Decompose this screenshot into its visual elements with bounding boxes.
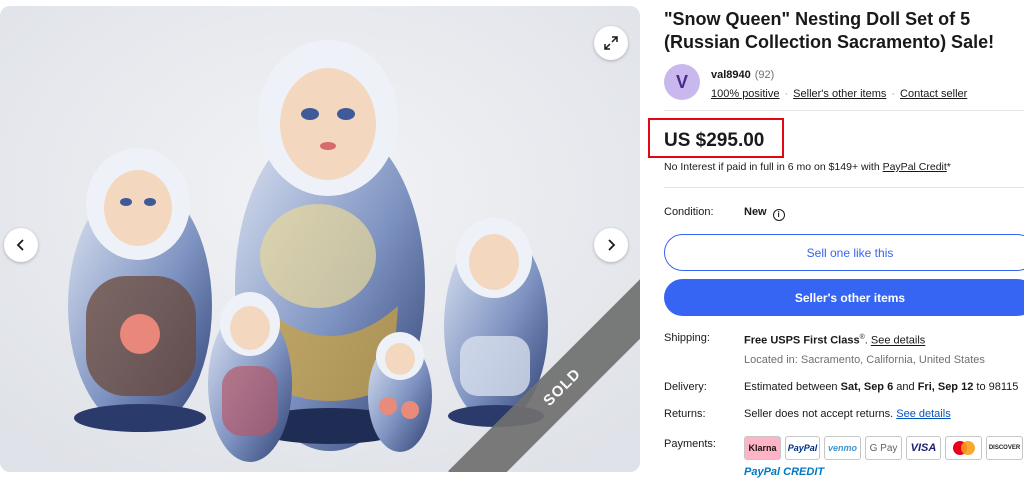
item-details-panel: "Snow Queen" Nesting Doll Set of 5 (Russ… — [648, 0, 1024, 482]
seller-name[interactable]: val8940 — [711, 69, 751, 81]
item-title: "Snow Queen" Nesting Doll Set of 5 (Russ… — [664, 9, 995, 52]
sellers-other-items-button[interactable]: Seller's other items — [664, 279, 1024, 316]
seller-name-line: val8940 (92) — [711, 69, 774, 81]
payment-methods: Klarna PayPal venmo G Pay VISA DISCOVER — [744, 436, 1023, 460]
listing-page: SOLD "Snow Queen" Nesting Doll Set of 5 … — [0, 0, 1024, 482]
seller-feedback-count: (92) — [754, 69, 775, 81]
mastercard-icon — [945, 436, 982, 460]
chevron-right-icon — [608, 239, 616, 251]
google-pay-icon: G Pay — [865, 436, 902, 460]
condition-value: New i — [744, 206, 785, 221]
financing-message: No Interest if paid in full in 6 mo on $… — [664, 161, 880, 173]
next-image-button[interactable] — [594, 228, 628, 262]
seller-feedback-link[interactable]: 100% positive — [711, 88, 780, 100]
doll-smallest — [368, 332, 432, 452]
klarna-icon: Klarna — [744, 436, 781, 460]
returns-value: Seller does not accept returns. See deta… — [744, 408, 951, 420]
delivery-zip: to 98115 — [976, 381, 1019, 393]
delivery-estimate: Estimated between Sat, Sep 6 and Fri, Se… — [744, 381, 1024, 396]
returns-text: Seller does not accept returns. — [744, 408, 894, 420]
delivery-label: Delivery: — [664, 381, 707, 393]
seller-info: V val8940 (92) 100% positive · Seller's oth… — [664, 64, 1024, 104]
link-separator: · — [891, 88, 896, 100]
contact-seller-link[interactable]: Contact seller — [900, 88, 967, 100]
visa-icon: VISA — [906, 436, 941, 460]
seller-avatar[interactable]: V — [664, 64, 700, 100]
divider — [664, 110, 1024, 111]
seller-other-items-link[interactable]: Seller's other items — [793, 88, 886, 100]
payments-label: Payments: — [664, 438, 716, 450]
link-separator: · — [784, 88, 789, 100]
paypal-credit-word: CREDIT — [783, 466, 825, 478]
paypal-credit-link[interactable]: PayPal Credit — [883, 161, 947, 173]
registered-mark: ® — [859, 334, 865, 341]
returns-label: Returns: — [664, 408, 706, 420]
expand-icon — [604, 36, 618, 50]
expand-image-button[interactable] — [594, 26, 628, 60]
financing-footnote: * — [946, 161, 951, 173]
seller-links: 100% positive · Seller's other items · Conta… — [711, 88, 967, 100]
shipping-free: Free — [744, 334, 768, 347]
item-location: Located in: Sacramento, California, Unit… — [744, 354, 985, 366]
venmo-icon: venmo — [824, 436, 861, 460]
mastercard-logo — [952, 441, 975, 455]
shipping-see-details-link[interactable]: See details — [871, 335, 925, 347]
returns-see-details-link[interactable]: See details — [896, 408, 950, 420]
delivery-and: and — [896, 381, 915, 393]
delivery-end-date: Fri, Sep 12 — [917, 381, 974, 393]
financing-text: No Interest if paid in full in 6 mo on $… — [664, 161, 951, 173]
shipping-label: Shipping: — [664, 332, 710, 344]
sell-one-like-this-button[interactable]: Sell one like this — [664, 234, 1024, 271]
divider — [664, 187, 1024, 188]
chevron-left-icon — [16, 239, 24, 251]
condition-text: New — [744, 206, 767, 218]
item-price: US $295.00 — [664, 130, 765, 151]
shipping-method: USPS First Class — [770, 334, 860, 347]
paypal-credit-brand: PayPal — [744, 466, 781, 478]
info-icon[interactable]: i — [772, 208, 785, 221]
previous-image-button[interactable] — [4, 228, 38, 262]
shipping-value: Free USPS First Class®. See details — [744, 334, 926, 347]
delivery-start-date: Sat, Sep 6 — [840, 381, 894, 393]
discover-icon: DISCOVER — [986, 436, 1023, 460]
paypal-credit-logo: PayPal CREDIT — [744, 466, 824, 478]
condition-label: Condition: — [664, 206, 714, 218]
delivery-prefix: Estimated between — [744, 381, 838, 393]
paypal-icon: PayPal — [785, 436, 820, 460]
image-gallery[interactable]: SOLD — [0, 6, 640, 472]
